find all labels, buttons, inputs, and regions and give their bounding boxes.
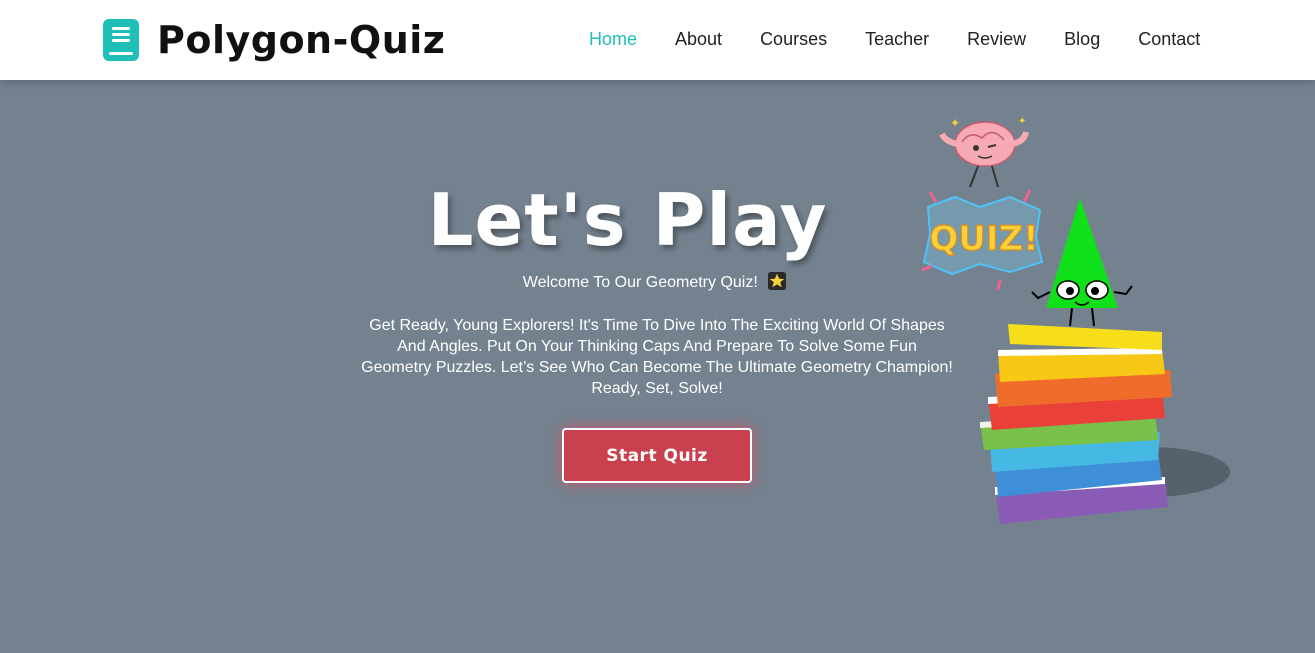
quiz-illustration: QUIZ! ✦ ✦	[921, 116, 1230, 524]
hero-subtitle-text: Welcome To Our Geometry Quiz!	[522, 274, 758, 291]
book-icon	[103, 19, 139, 61]
nav-contact[interactable]: Contact	[1138, 29, 1200, 50]
nav-courses[interactable]: Courses	[760, 29, 827, 50]
svg-text:QUIZ!: QUIZ!	[929, 219, 1038, 259]
triangle-character-image	[1031, 198, 1133, 327]
nav-home[interactable]: Home	[589, 29, 637, 50]
quiz-sticker-image: QUIZ!	[921, 189, 1044, 291]
nav-review[interactable]: Review	[967, 29, 1026, 50]
navbar: Polygon-Quiz Home About Courses Teacher …	[0, 0, 1315, 80]
nav-about[interactable]: About	[675, 29, 722, 50]
nav-links: Home About Courses Teacher Review Blog C…	[589, 29, 1238, 50]
brand-name: Polygon-Quiz	[157, 18, 446, 62]
brand[interactable]: Polygon-Quiz	[103, 18, 445, 62]
star-icon	[768, 272, 787, 290]
svg-text:✦: ✦	[1018, 116, 1026, 127]
nav-blog[interactable]: Blog	[1064, 29, 1100, 50]
start-quiz-button[interactable]: Start Quiz	[562, 428, 752, 483]
hero-paragraph: Get Ready, Young Explorers! It's Time To…	[361, 317, 953, 397]
svg-text:✦: ✦	[950, 116, 960, 130]
nav-teacher[interactable]: Teacher	[865, 29, 929, 50]
brain-character-image: ✦ ✦	[939, 116, 1029, 188]
book-stack-image	[980, 324, 1172, 524]
